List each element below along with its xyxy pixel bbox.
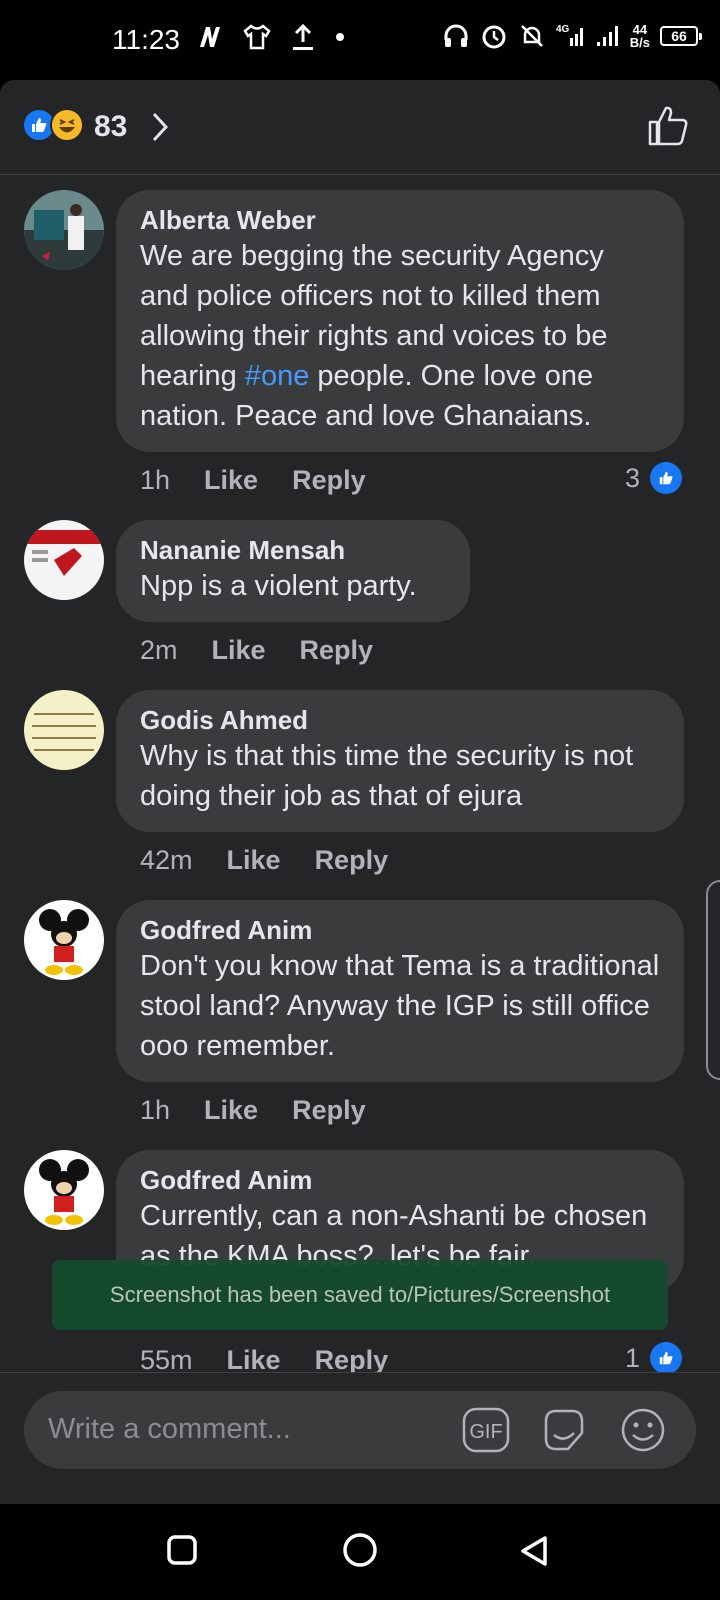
network-speed: 44 B/s xyxy=(630,23,650,49)
home-icon[interactable] xyxy=(342,1532,378,1568)
comment-composer-bar: Write a comment... GIF xyxy=(0,1372,720,1504)
comment-author[interactable]: Alberta Weber xyxy=(140,204,660,236)
back-icon[interactable] xyxy=(518,1534,550,1568)
svg-text:4G: 4G xyxy=(556,24,570,35)
alarm-icon xyxy=(482,25,506,49)
reactions-bar[interactable]: 83 xyxy=(0,80,720,175)
status-left-icons xyxy=(196,22,346,52)
screenshot-toast: Screenshot has been saved to/Pictures/Sc… xyxy=(52,1260,668,1330)
status-right-icons: 4G 44 B/s 66 xyxy=(442,22,702,50)
comment-text: Npp is a violent party. xyxy=(140,570,417,602)
dot-icon xyxy=(336,33,344,41)
comment-input[interactable]: Write a comment... GIF xyxy=(24,1391,696,1469)
status-bar: 11:23 4G 44 B/s 66 xyxy=(0,0,720,80)
avatar[interactable] xyxy=(24,690,104,770)
reply-button[interactable]: Reply xyxy=(292,1095,366,1126)
like-count-value: 3 xyxy=(624,462,640,493)
reaction-icons xyxy=(22,108,88,142)
recents-icon[interactable] xyxy=(166,1534,198,1566)
system-nav-bar xyxy=(0,1504,720,1600)
headphones-icon xyxy=(444,24,468,47)
comment-author[interactable]: Godfred Anim xyxy=(140,914,660,946)
avatar[interactable] xyxy=(24,190,104,270)
comment-actions: 2m Like Reply xyxy=(140,635,373,666)
signal-bars-icon xyxy=(596,26,618,46)
comment-bubble[interactable]: Godfred Anim Don't you know that Tema is… xyxy=(116,900,684,1082)
signal-4g-icon: 4G xyxy=(556,24,583,46)
chevron-right-icon[interactable] xyxy=(150,110,170,144)
gif-label: GIF xyxy=(469,1421,502,1443)
like-button[interactable]: Like xyxy=(204,465,258,496)
comment-bubble[interactable]: Alberta Weber We are begging the securit… xyxy=(116,190,684,452)
bell-off-icon xyxy=(520,25,543,47)
comment-like-count[interactable]: 3 xyxy=(625,462,682,494)
avatar[interactable] xyxy=(24,900,104,980)
like-reaction-icon xyxy=(650,462,682,494)
comment-bubble[interactable]: Godis Ahmed Why is that this time the se… xyxy=(116,690,684,832)
comment-time[interactable]: 2m xyxy=(140,635,178,666)
comment-actions: 42m Like Reply xyxy=(140,845,388,876)
comment-bubble[interactable]: Nananie Mensah Npp is a violent party. xyxy=(116,520,470,622)
reaction-count[interactable]: 83 xyxy=(94,110,127,144)
like-button[interactable]: Like xyxy=(227,845,281,876)
battery-icon: 66 xyxy=(660,26,702,46)
like-outline-icon[interactable] xyxy=(646,104,690,148)
emoji-icon[interactable] xyxy=(620,1407,666,1453)
network-speed-unit: B/s xyxy=(629,35,650,50)
battery-level: 66 xyxy=(671,28,687,44)
comment-placeholder: Write a comment... xyxy=(48,1413,291,1445)
avatar[interactable] xyxy=(24,520,104,600)
status-time: 11:23 xyxy=(112,24,180,55)
comment-time[interactable]: 1h xyxy=(140,465,170,496)
reply-button[interactable]: Reply xyxy=(300,635,374,666)
like-reaction-icon xyxy=(650,1342,682,1374)
haha-reaction-icon xyxy=(50,108,84,142)
like-count-value: 1 xyxy=(624,1342,640,1373)
reply-button[interactable]: Reply xyxy=(315,845,389,876)
comment-author[interactable]: Nananie Mensah xyxy=(140,534,446,566)
tshirt-icon xyxy=(243,24,271,50)
comment-text: We are begging the security Agency and p… xyxy=(140,236,660,436)
avatar[interactable] xyxy=(24,1150,104,1230)
reply-button[interactable]: Reply xyxy=(292,465,366,496)
comment-actions: 1h Like Reply xyxy=(140,465,366,496)
upload-icon xyxy=(293,23,313,50)
comment-text: Don't you know that Tema is a traditiona… xyxy=(140,950,660,1062)
hashtag-link[interactable]: #one xyxy=(245,360,310,392)
comment-time[interactable]: 42m xyxy=(140,845,193,876)
sticker-icon[interactable] xyxy=(540,1407,588,1453)
like-button[interactable]: Like xyxy=(212,635,266,666)
like-button[interactable]: Like xyxy=(204,1095,258,1126)
comment-time[interactable]: 1h xyxy=(140,1095,170,1126)
scroll-handle[interactable] xyxy=(706,880,720,1080)
comment-author[interactable]: Godis Ahmed xyxy=(140,704,660,736)
comment-author[interactable]: Godfred Anim xyxy=(140,1164,660,1196)
comment-text: Why is that this time the security is no… xyxy=(140,740,634,812)
comment-actions: 1h Like Reply xyxy=(140,1095,366,1126)
gif-icon[interactable]: GIF xyxy=(462,1407,510,1453)
notification-n-icon xyxy=(200,27,220,47)
comment-like-count[interactable]: 1 xyxy=(625,1342,682,1374)
comments-sheet: 83 Alberta Weber We are begging the secu… xyxy=(0,80,720,1504)
